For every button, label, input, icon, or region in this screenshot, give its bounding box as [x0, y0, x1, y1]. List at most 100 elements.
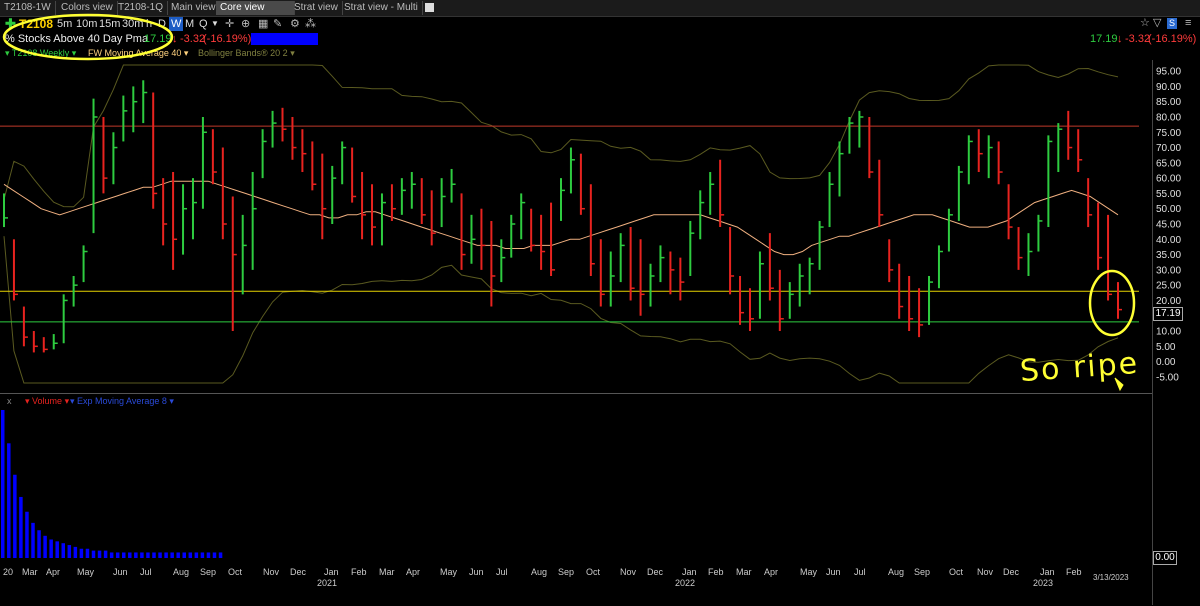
volume-bar: [152, 552, 156, 558]
y-tick-label: 80.00: [1156, 112, 1181, 123]
x-tick-label: Feb: [351, 567, 367, 577]
volume-ma-legend-item[interactable]: ▾ Exp Moving Average 8 ▾: [70, 395, 174, 408]
x-tick-label: Jul: [496, 567, 508, 577]
y-tick-label: 0.00: [1156, 357, 1176, 368]
bollinger-lower-line: [3, 236, 1119, 384]
volume-bar: [43, 535, 47, 558]
volume-bar: [55, 541, 59, 558]
x-tick-label: Aug: [888, 567, 904, 577]
last-price-label: 17.19: [1153, 307, 1183, 321]
x-tick-label: Apr: [46, 567, 60, 577]
x-tick-label: Feb: [1066, 567, 1082, 577]
x-tick-label: Jan: [682, 567, 697, 577]
x-tick-label: Jun: [826, 567, 841, 577]
volume-bar: [49, 539, 53, 558]
x-tick-label: Jul: [140, 567, 152, 577]
volume-ma-legend-label: Exp Moving Average 8: [77, 396, 167, 406]
volume-bar: [91, 550, 96, 558]
x-tick-label: Sep: [200, 567, 216, 577]
x-tick-label: Aug: [531, 567, 547, 577]
x-tick-label: Dec: [647, 567, 664, 577]
volume-bar: [158, 552, 162, 558]
volume-bar: [206, 552, 211, 558]
volume-bar: [182, 552, 186, 558]
x-tick-label: Jul: [854, 567, 866, 577]
y-tick-label: 90.00: [1156, 82, 1181, 93]
volume-bar: [128, 552, 132, 558]
volume-bar: [140, 552, 144, 558]
volume-bar: [176, 552, 180, 558]
x-tick-label: Nov: [620, 567, 637, 577]
volume-bar: [37, 530, 41, 558]
year-label: 2022: [675, 578, 695, 588]
x-tick-label: Dec: [1003, 567, 1020, 577]
y-tick-label: 85.00: [1156, 97, 1181, 108]
volume-bar: [170, 552, 174, 558]
volume-bar: [218, 552, 223, 558]
y-tick-label: 5.00: [1156, 342, 1176, 353]
volume-legend: x ▾ Volume ▾ ▾ Exp Moving Average 8 ▾: [0, 395, 400, 408]
close-pane-icon[interactable]: x: [7, 395, 12, 408]
y-tick-label: 70.00: [1156, 143, 1181, 154]
y-tick-label: 20.00: [1156, 296, 1181, 307]
volume-legend-label: Volume: [32, 396, 63, 406]
volume-bar: [200, 552, 205, 558]
x-tick-label: Apr: [406, 567, 420, 577]
volume-legend-item[interactable]: ▾ Volume ▾: [25, 395, 69, 408]
y-tick-label: 75.00: [1156, 128, 1181, 139]
x-tick-label: Sep: [558, 567, 574, 577]
x-tick-label: Feb: [708, 567, 724, 577]
x-tick-label: Dec: [290, 567, 307, 577]
x-tick-label: Jan: [324, 567, 339, 577]
y-tick-label: -5.00: [1156, 372, 1179, 383]
volume-bar: [85, 548, 90, 558]
year-label: 2021: [317, 578, 337, 588]
volume-bar: [212, 552, 217, 558]
x-tick-label: 20: [3, 567, 13, 577]
annotation-oval: [2, 13, 174, 61]
y-tick-label: 95.00: [1156, 67, 1181, 78]
volume-bar: [61, 543, 65, 558]
date-label: 3/13/2023: [1093, 573, 1129, 582]
y-tick-label: 30.00: [1156, 265, 1181, 276]
year-label: 2023: [1033, 578, 1053, 588]
volume-bar: [97, 550, 102, 558]
volume-bar: [122, 552, 126, 558]
chart-canvas[interactable]: 95.00 90.00 85.00 80.00 75.00 70.00 65.00 60.00…: [0, 0, 1200, 606]
annotation-circle: [1088, 269, 1136, 337]
y-tick-label: 35.00: [1156, 250, 1181, 261]
y-tick-label: 50.00: [1156, 204, 1181, 215]
x-tick-label: Aug: [173, 567, 189, 577]
y-tick-label: 60.00: [1156, 174, 1181, 185]
volume-bar: [13, 474, 17, 558]
volume-bar: [19, 496, 23, 558]
x-tick-label: May: [800, 567, 818, 577]
volume-bar: [67, 545, 72, 558]
volume-bar: [79, 548, 84, 558]
pane-divider[interactable]: [0, 393, 1152, 394]
y-tick-label: 45.00: [1156, 220, 1181, 231]
volume-bar: [115, 552, 120, 558]
x-tick-label: Oct: [949, 567, 964, 577]
x-tick-label: Oct: [586, 567, 601, 577]
y-tick-label: 25.00: [1156, 281, 1181, 292]
volume-bar: [134, 552, 138, 558]
volume-bar: [188, 552, 193, 558]
x-tick-label: Sep: [914, 567, 930, 577]
volume-bar: [31, 522, 35, 558]
x-tick-label: Jan: [1040, 567, 1055, 577]
x-tick-label: Nov: [263, 567, 280, 577]
x-tick-label: May: [440, 567, 458, 577]
x-tick-label: Apr: [764, 567, 778, 577]
volume-bar: [109, 552, 114, 558]
x-tick-label: Jun: [469, 567, 484, 577]
x-tick-label: Mar: [379, 567, 395, 577]
x-tick-label: May: [77, 567, 95, 577]
volume-bar: [194, 552, 199, 558]
y-tick-label: 65.00: [1156, 158, 1181, 169]
volume-bar: [25, 511, 29, 558]
volume-bar: [146, 552, 150, 558]
x-tick-label: Oct: [228, 567, 243, 577]
x-tick-label: Mar: [22, 567, 38, 577]
volume-bar: [7, 443, 11, 558]
